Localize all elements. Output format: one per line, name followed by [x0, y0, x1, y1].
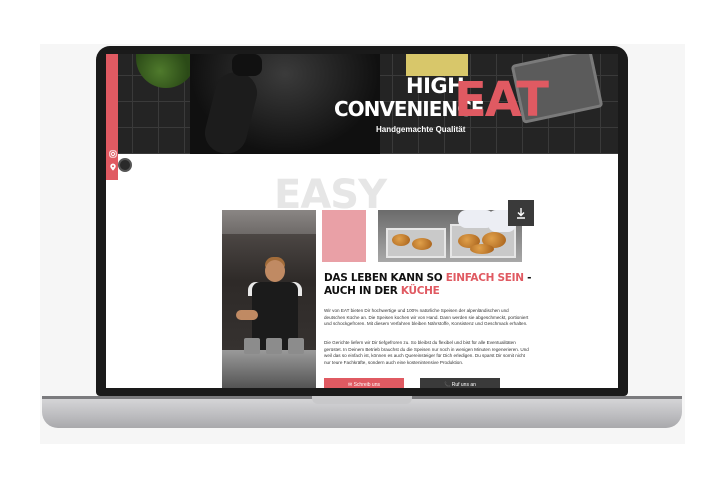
headline-highlight: KÜCHE: [400, 285, 440, 297]
instagram-icon[interactable]: [108, 150, 117, 159]
write-us-button[interactable]: ✉ Schreib uns: [324, 378, 404, 388]
side-accent-bar: [106, 54, 118, 180]
chef-head: [265, 260, 285, 282]
hero-tagline: Handgemachte Qualität: [376, 125, 466, 134]
laptop-screen: HIGH CONVENIENCE EAT Handgemachte Qualit…: [106, 54, 618, 388]
hero-glove: [232, 54, 262, 76]
pot: [244, 338, 260, 354]
headline-text: -: [523, 272, 532, 284]
section-headline: DAS LEBEN KANN SO EINFACH SEIN - AUCH IN…: [324, 272, 531, 298]
chef-arm: [236, 310, 258, 320]
headline-text: AUCH IN DER: [324, 285, 401, 297]
chicken-piece: [470, 244, 494, 254]
chicken-piece: [412, 238, 432, 250]
hero-banner: HIGH CONVENIENCE EAT Handgemachte Qualit…: [106, 54, 618, 154]
location-pin-icon[interactable]: [108, 163, 117, 172]
pink-accent-block: [322, 210, 366, 262]
kitchen-counter: [222, 350, 316, 388]
headline-highlight: EINFACH SEIN: [445, 272, 524, 284]
pot: [288, 338, 304, 354]
brand-logo-eat[interactable]: EAT: [454, 72, 549, 128]
chat-bubble-button[interactable]: [118, 158, 132, 172]
chicken-piece: [392, 234, 410, 246]
intro-paragraph-2: Die Gerichte liefern wir Dir tiefgefrore…: [324, 340, 529, 365]
download-arrow-icon[interactable]: [508, 200, 534, 226]
kitchen-hood: [222, 210, 316, 234]
laptop-notch: [312, 396, 412, 404]
headline-text: DAS LEBEN KANN SO: [324, 272, 446, 284]
pot: [266, 338, 282, 354]
fried-chicken-photo: [378, 210, 522, 262]
chef-kitchen-photo: [222, 210, 316, 388]
intro-paragraph-1: Wir von EAT bieten Dir hochwertige und 1…: [324, 308, 529, 327]
call-us-button[interactable]: 📞 Ruf uns an: [420, 378, 500, 388]
